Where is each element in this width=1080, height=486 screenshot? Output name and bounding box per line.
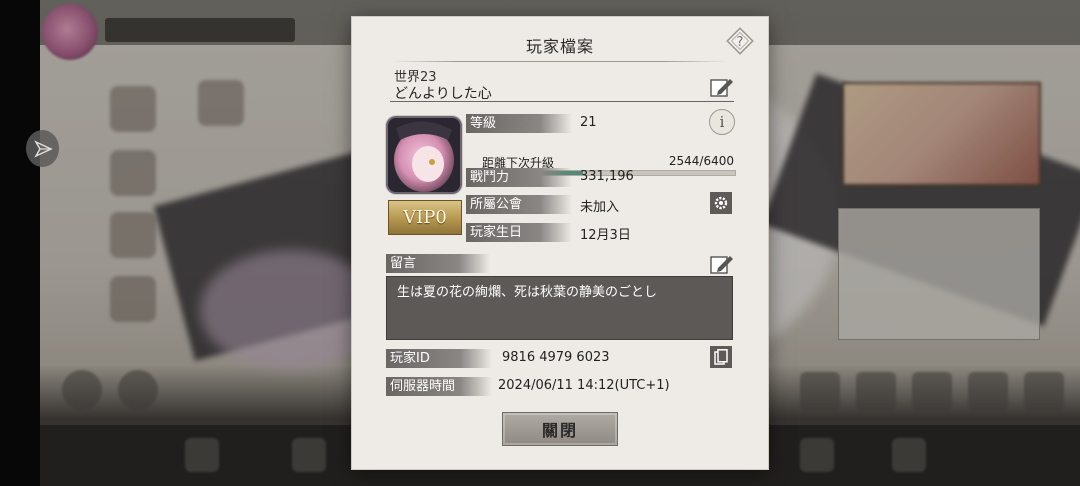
triangle-toggle-icon xyxy=(33,139,53,158)
player-name: どんよりした心 xyxy=(394,86,492,102)
message-label: 留言 xyxy=(386,254,490,273)
birthday-label: 玩家生日 xyxy=(466,223,572,242)
server-time-row: 伺服器時間 2024/06/11 14:12(UTC+1) xyxy=(386,377,734,396)
dialog-title: 玩家檔案 xyxy=(525,37,594,56)
power-row: 戰鬥力 xyxy=(466,168,572,187)
level-row: 等級 xyxy=(466,114,572,133)
vip-badge: VIP0 xyxy=(388,200,462,235)
copy-icon xyxy=(714,349,728,365)
edit-icon xyxy=(710,256,733,274)
help-button[interactable]: ? xyxy=(725,26,755,56)
player-id-label: 玩家ID xyxy=(386,349,492,368)
server-time-label: 伺服器時間 xyxy=(386,377,492,396)
edit-name-button[interactable] xyxy=(710,77,734,99)
birthday-value: 12月3日 xyxy=(580,228,631,243)
message-text: 生は夏の花の絢爛、死は秋葉の静美のごとし xyxy=(386,276,733,340)
server-time-value: 2024/06/11 14:12(UTC+1) xyxy=(498,378,670,393)
exp-value: 2544/6400 xyxy=(668,154,734,168)
guild-label: 所屬公會 xyxy=(466,195,572,214)
name-divider xyxy=(390,101,734,102)
power-label: 戰鬥力 xyxy=(466,168,572,187)
player-portrait[interactable] xyxy=(388,118,460,192)
title-divider xyxy=(392,61,728,62)
player-profile-dialog: 玩家檔案 ? 世界23 どんよりした心 VIP0 等級 21 i 距離下次升級 … xyxy=(352,17,768,469)
level-info-button[interactable]: i xyxy=(709,109,735,135)
player-id-value: 9816 4979 6023 xyxy=(502,350,610,365)
close-button[interactable]: 關閉 xyxy=(502,412,618,446)
portrait-image xyxy=(388,118,460,192)
copy-id-button[interactable] xyxy=(710,346,732,368)
level-label: 等級 xyxy=(466,114,572,133)
power-value: 331,196 xyxy=(580,169,634,184)
guild-settings-button[interactable] xyxy=(710,192,732,214)
help-icon: ? xyxy=(726,27,754,55)
gear-icon xyxy=(714,196,728,210)
level-value: 21 xyxy=(580,115,597,130)
svg-text:?: ? xyxy=(737,35,744,50)
edit-message-button[interactable] xyxy=(710,254,734,276)
guild-row: 所屬公會 xyxy=(466,195,572,214)
info-icon: i xyxy=(719,113,725,131)
guild-value: 未加入 xyxy=(580,200,620,215)
side-toggle-button[interactable] xyxy=(26,130,59,167)
player-id-row: 玩家ID 9816 4979 6023 xyxy=(386,349,734,368)
birthday-row: 玩家生日 xyxy=(466,223,572,242)
edit-icon xyxy=(710,79,733,97)
